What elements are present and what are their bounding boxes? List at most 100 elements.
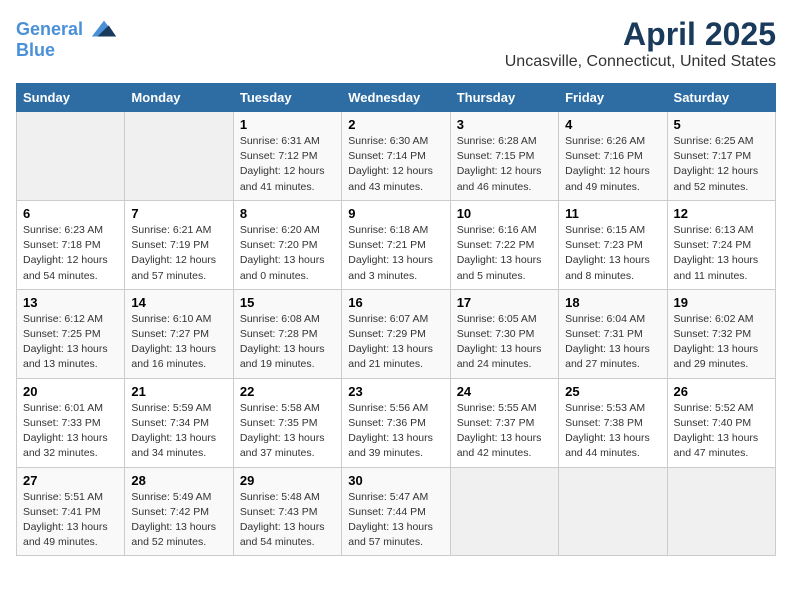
day-number: 22 (240, 384, 335, 399)
title-block: April 2025 Uncasville, Connecticut, Unit… (505, 16, 776, 71)
calendar-cell: 6 Sunrise: 6:23 AMSunset: 7:18 PMDaylight… (17, 200, 125, 289)
day-number: 12 (674, 206, 769, 221)
calendar-cell: 15Sunrise: 6:08 AMSunset: 7:28 PMDayligh… (233, 289, 341, 378)
day-info: Sunrise: 6:23 AMSunset: 7:18 PMDaylight:… (23, 223, 118, 284)
day-info: Sunrise: 5:56 AMSunset: 7:36 PMDaylight:… (348, 401, 443, 462)
calendar-cell (450, 467, 558, 556)
calendar-cell: 4 Sunrise: 6:26 AMSunset: 7:16 PMDaylight… (559, 112, 667, 201)
day-info: Sunrise: 5:49 AMSunset: 7:42 PMDaylight:… (131, 490, 226, 551)
calendar-cell: 17 Sunrise: 6:05 AMSunset: 7:30 PMDayligh… (450, 289, 558, 378)
day-number: 23 (348, 384, 443, 399)
day-number: 1 (240, 117, 335, 132)
day-number: 6 (23, 206, 118, 221)
day-info: Sunrise: 6:20 AMSunset: 7:20 PMDaylight:… (240, 223, 335, 284)
day-number: 26 (674, 384, 769, 399)
day-info: Sunrise: 6:18 AMSunset: 7:21 PMDaylight:… (348, 223, 443, 284)
day-number: 20 (23, 384, 118, 399)
calendar-subtitle: Uncasville, Connecticut, United States (505, 53, 776, 71)
calendar-cell: 1 Sunrise: 6:31 AMSunset: 7:12 PMDaylight… (233, 112, 341, 201)
calendar-cell: 10 Sunrise: 6:16 AMSunset: 7:22 PMDayligh… (450, 200, 558, 289)
day-number: 11 (565, 206, 660, 221)
header-day-tuesday: Tuesday (233, 84, 341, 112)
calendar-cell: 27 Sunrise: 5:51 AMSunset: 7:41 PMDayligh… (17, 467, 125, 556)
calendar-cell: 5Sunrise: 6:25 AMSunset: 7:17 PMDaylight… (667, 112, 775, 201)
day-number: 10 (457, 206, 552, 221)
day-info: Sunrise: 6:30 AMSunset: 7:14 PMDaylight:… (348, 134, 443, 195)
day-info: Sunrise: 6:28 AMSunset: 7:15 PMDaylight:… (457, 134, 552, 195)
header-day-sunday: Sunday (17, 84, 125, 112)
header-day-saturday: Saturday (667, 84, 775, 112)
day-info: Sunrise: 6:15 AMSunset: 7:23 PMDaylight:… (565, 223, 660, 284)
calendar-cell: 18Sunrise: 6:04 AMSunset: 7:31 PMDayligh… (559, 289, 667, 378)
header-day-monday: Monday (125, 84, 233, 112)
day-info: Sunrise: 6:10 AMSunset: 7:27 PMDaylight:… (131, 312, 226, 373)
calendar-cell (667, 467, 775, 556)
day-number: 16 (348, 295, 443, 310)
day-number: 17 (457, 295, 552, 310)
calendar-cell (17, 112, 125, 201)
calendar-cell: 30Sunrise: 5:47 AMSunset: 7:44 PMDayligh… (342, 467, 450, 556)
day-info: Sunrise: 5:48 AMSunset: 7:43 PMDaylight:… (240, 490, 335, 551)
calendar-cell: 22 Sunrise: 5:58 AMSunset: 7:35 PMDayligh… (233, 378, 341, 467)
calendar-cell: 9Sunrise: 6:18 AMSunset: 7:21 PMDaylight… (342, 200, 450, 289)
day-info: Sunrise: 6:04 AMSunset: 7:31 PMDaylight:… (565, 312, 660, 373)
calendar-header-row: SundayMondayTuesdayWednesdayThursdayFrid… (17, 84, 776, 112)
header-day-friday: Friday (559, 84, 667, 112)
day-number: 19 (674, 295, 769, 310)
day-number: 27 (23, 473, 118, 488)
calendar-cell: 21 Sunrise: 5:59 AMSunset: 7:34 PMDayligh… (125, 378, 233, 467)
day-info: Sunrise: 5:52 AMSunset: 7:40 PMDaylight:… (674, 401, 769, 462)
calendar-cell: 24Sunrise: 5:55 AMSunset: 7:37 PMDayligh… (450, 378, 558, 467)
day-info: Sunrise: 5:51 AMSunset: 7:41 PMDaylight:… (23, 490, 118, 551)
day-info: Sunrise: 6:01 AMSunset: 7:33 PMDaylight:… (23, 401, 118, 462)
calendar-cell: 19 Sunrise: 6:02 AMSunset: 7:32 PMDayligh… (667, 289, 775, 378)
day-info: Sunrise: 6:21 AMSunset: 7:19 PMDaylight:… (131, 223, 226, 284)
day-number: 2 (348, 117, 443, 132)
day-info: Sunrise: 5:55 AMSunset: 7:37 PMDaylight:… (457, 401, 552, 462)
calendar-cell: 16 Sunrise: 6:07 AMSunset: 7:29 PMDayligh… (342, 289, 450, 378)
calendar-week-row: 6 Sunrise: 6:23 AMSunset: 7:18 PMDaylight… (17, 200, 776, 289)
day-number: 28 (131, 473, 226, 488)
day-info: Sunrise: 6:31 AMSunset: 7:12 PMDaylight:… (240, 134, 335, 195)
calendar-cell: 7 Sunrise: 6:21 AMSunset: 7:19 PMDaylight… (125, 200, 233, 289)
day-number: 15 (240, 295, 335, 310)
calendar-cell: 12Sunrise: 6:13 AMSunset: 7:24 PMDayligh… (667, 200, 775, 289)
day-info: Sunrise: 6:25 AMSunset: 7:17 PMDaylight:… (674, 134, 769, 195)
calendar-cell: 3 Sunrise: 6:28 AMSunset: 7:15 PMDaylight… (450, 112, 558, 201)
header-day-wednesday: Wednesday (342, 84, 450, 112)
day-info: Sunrise: 6:12 AMSunset: 7:25 PMDaylight:… (23, 312, 118, 373)
calendar-cell: 28 Sunrise: 5:49 AMSunset: 7:42 PMDayligh… (125, 467, 233, 556)
calendar-week-row: 27 Sunrise: 5:51 AMSunset: 7:41 PMDayligh… (17, 467, 776, 556)
calendar-title: April 2025 (505, 16, 776, 53)
day-info: Sunrise: 6:16 AMSunset: 7:22 PMDaylight:… (457, 223, 552, 284)
calendar-cell: 11 Sunrise: 6:15 AMSunset: 7:23 PMDayligh… (559, 200, 667, 289)
day-info: Sunrise: 6:26 AMSunset: 7:16 PMDaylight:… (565, 134, 660, 195)
calendar-cell: 20 Sunrise: 6:01 AMSunset: 7:33 PMDayligh… (17, 378, 125, 467)
calendar-cell: 2 Sunrise: 6:30 AMSunset: 7:14 PMDaylight… (342, 112, 450, 201)
day-number: 7 (131, 206, 226, 221)
day-info: Sunrise: 5:59 AMSunset: 7:34 PMDaylight:… (131, 401, 226, 462)
day-info: Sunrise: 5:53 AMSunset: 7:38 PMDaylight:… (565, 401, 660, 462)
day-info: Sunrise: 6:05 AMSunset: 7:30 PMDaylight:… (457, 312, 552, 373)
day-info: Sunrise: 6:07 AMSunset: 7:29 PMDaylight:… (348, 312, 443, 373)
calendar-cell: 26 Sunrise: 5:52 AMSunset: 7:40 PMDayligh… (667, 378, 775, 467)
day-number: 14 (131, 295, 226, 310)
day-info: Sunrise: 5:58 AMSunset: 7:35 PMDaylight:… (240, 401, 335, 462)
day-number: 3 (457, 117, 552, 132)
calendar-week-row: 20 Sunrise: 6:01 AMSunset: 7:33 PMDayligh… (17, 378, 776, 467)
day-number: 21 (131, 384, 226, 399)
calendar-cell: 29Sunrise: 5:48 AMSunset: 7:43 PMDayligh… (233, 467, 341, 556)
calendar-table: SundayMondayTuesdayWednesdayThursdayFrid… (16, 83, 776, 556)
calendar-week-row: 1 Sunrise: 6:31 AMSunset: 7:12 PMDaylight… (17, 112, 776, 201)
header-day-thursday: Thursday (450, 84, 558, 112)
day-number: 8 (240, 206, 335, 221)
calendar-cell: 8 Sunrise: 6:20 AMSunset: 7:20 PMDaylight… (233, 200, 341, 289)
calendar-cell: 23 Sunrise: 5:56 AMSunset: 7:36 PMDayligh… (342, 378, 450, 467)
day-number: 4 (565, 117, 660, 132)
day-info: Sunrise: 6:02 AMSunset: 7:32 PMDaylight:… (674, 312, 769, 373)
day-number: 25 (565, 384, 660, 399)
day-info: Sunrise: 5:47 AMSunset: 7:44 PMDaylight:… (348, 490, 443, 551)
day-number: 13 (23, 295, 118, 310)
calendar-cell (125, 112, 233, 201)
page-header: General Blue April 2025 Uncasville, Conn… (16, 16, 776, 71)
